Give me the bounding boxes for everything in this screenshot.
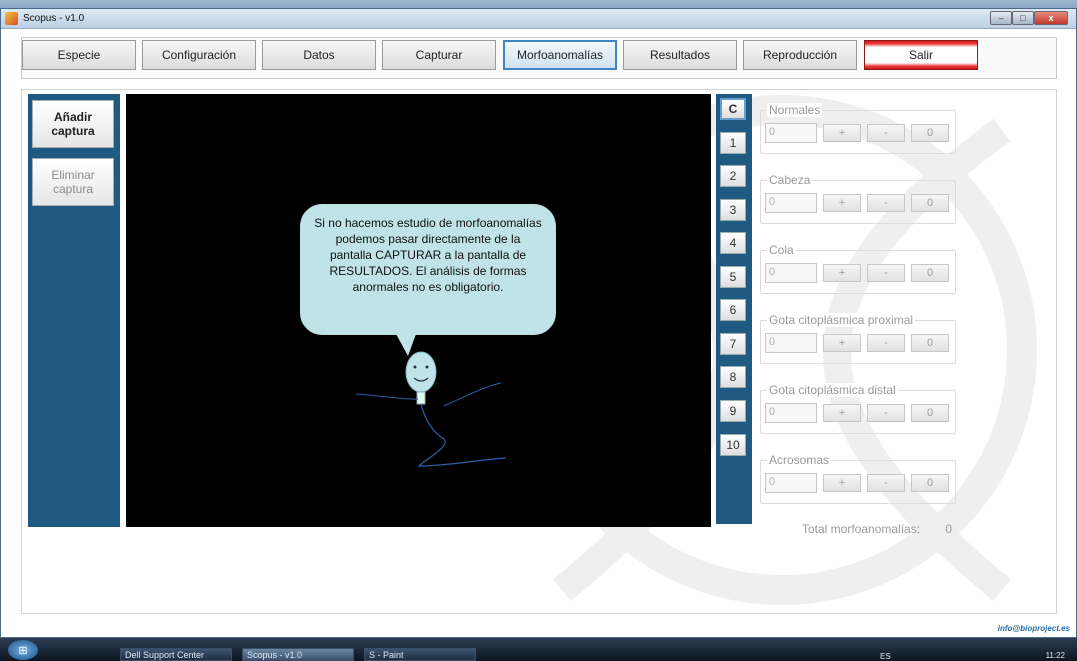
arm-line	[443, 382, 502, 407]
nav-reproduccion[interactable]: Reproducción	[743, 40, 857, 70]
decrement-button[interactable]: -	[867, 194, 905, 212]
clock: 11:22	[1045, 651, 1065, 660]
group-normales: Normales 0 + - 0	[760, 103, 956, 154]
capture-viewer: Si no hacemos estudio de morfoanomalías …	[126, 94, 711, 527]
decrement-button[interactable]: -	[867, 474, 905, 492]
capture-tab-7[interactable]: 7	[720, 333, 746, 355]
nav-salir[interactable]: Salir	[864, 40, 978, 70]
app-window: Scopus - v1.0 – □ x Especie Configuració…	[0, 8, 1077, 638]
nav-morfoanomalias[interactable]: Morfoanomalías	[503, 40, 617, 70]
nav-especie[interactable]: Especie	[22, 40, 136, 70]
bulb-base-icon	[416, 391, 426, 405]
group-acrosomas: Acrosomas 0 + - 0	[760, 453, 956, 504]
capture-tab-2[interactable]: 2	[720, 165, 746, 187]
window-title: Scopus - v1.0	[23, 13, 85, 24]
total-morfoanomalias: Total morfoanomalías: 0	[802, 522, 952, 536]
taskbar-item[interactable]: S - Paint	[364, 648, 476, 661]
taskbar-item-active[interactable]: Scopus - v1.0	[242, 648, 354, 661]
reset-button[interactable]: 0	[911, 334, 949, 352]
capture-tab-c[interactable]: C	[720, 98, 746, 120]
group-gota-proximal: Gota citoplásmica proximal 0 + - 0	[760, 313, 956, 364]
maximize-button[interactable]: □	[1012, 11, 1034, 25]
capture-sidebar: Añadir captura Eliminar captura	[28, 94, 120, 527]
main-nav: Especie Configuración Datos Capturar Mor…	[21, 37, 1057, 79]
increment-button[interactable]: +	[823, 474, 861, 492]
count-field[interactable]: 0	[765, 263, 817, 283]
taskbar: ⊞ Dell Support Center Scopus - v1.0 S - …	[0, 638, 1077, 661]
nav-configuracion[interactable]: Configuración	[142, 40, 256, 70]
nav-datos[interactable]: Datos	[262, 40, 376, 70]
decrement-button[interactable]: -	[867, 404, 905, 422]
minimize-button[interactable]: –	[990, 11, 1012, 25]
main-panel: Añadir captura Eliminar captura Si no ha…	[21, 89, 1057, 614]
decrement-button[interactable]: -	[867, 334, 905, 352]
increment-button[interactable]: +	[823, 404, 861, 422]
add-capture-button[interactable]: Añadir captura	[32, 100, 114, 148]
capture-tab-5[interactable]: 5	[720, 266, 746, 288]
increment-button[interactable]: +	[823, 264, 861, 282]
app-icon	[5, 12, 18, 25]
window-controls: – □ x	[990, 11, 1068, 25]
reset-button[interactable]: 0	[911, 404, 949, 422]
start-button[interactable]: ⊞	[8, 640, 38, 660]
group-gota-distal: Gota citoplásmica distal 0 + - 0	[760, 383, 956, 434]
decrement-button[interactable]: -	[867, 124, 905, 142]
total-value: 0	[945, 522, 953, 536]
group-title: Gota citoplásmica distal	[767, 383, 898, 397]
assistant-figure	[355, 334, 507, 467]
increment-button[interactable]: +	[823, 194, 861, 212]
count-field[interactable]: 0	[765, 473, 817, 493]
taskbar-item[interactable]: Dell Support Center	[120, 648, 232, 661]
eye-icon	[413, 365, 417, 369]
language-indicator[interactable]: ES	[880, 652, 891, 661]
capture-tab-1[interactable]: 1	[720, 132, 746, 154]
capture-tab-10[interactable]: 10	[720, 434, 746, 456]
bulb-head-icon	[405, 351, 437, 393]
reset-button[interactable]: 0	[911, 124, 949, 142]
tail-line	[417, 403, 507, 467]
capture-tab-3[interactable]: 3	[720, 199, 746, 221]
reset-button[interactable]: 0	[911, 264, 949, 282]
capture-tab-8[interactable]: 8	[720, 366, 746, 388]
increment-button[interactable]: +	[823, 124, 861, 142]
nav-capturar[interactable]: Capturar	[382, 40, 496, 70]
total-label: Total morfoanomalías:	[802, 522, 921, 536]
close-button[interactable]: x	[1034, 11, 1068, 25]
count-field[interactable]: 0	[765, 333, 817, 353]
bubble-tail	[396, 334, 416, 356]
title-bar: Scopus - v1.0 – □ x	[1, 9, 1076, 29]
group-title: Acrosomas	[767, 453, 832, 467]
contact-email: info@bioproject.es	[997, 624, 1070, 633]
capture-number-bar: C 1 2 3 4 5 6 7 8 9 10	[716, 94, 752, 524]
capture-tab-9[interactable]: 9	[720, 400, 746, 422]
eye-icon	[425, 365, 429, 369]
capture-tab-6[interactable]: 6	[720, 299, 746, 321]
increment-button[interactable]: +	[823, 334, 861, 352]
group-title: Cola	[767, 243, 796, 257]
count-field[interactable]: 0	[765, 193, 817, 213]
group-title: Cabeza	[767, 173, 813, 187]
capture-tab-4[interactable]: 4	[720, 232, 746, 254]
remove-capture-button[interactable]: Eliminar captura	[32, 158, 114, 206]
group-title: Normales	[767, 103, 823, 117]
count-field[interactable]: 0	[765, 123, 817, 143]
arm-line	[355, 393, 419, 400]
group-cola: Cola 0 + - 0	[760, 243, 956, 294]
reset-button[interactable]: 0	[911, 194, 949, 212]
nav-resultados[interactable]: Resultados	[623, 40, 737, 70]
decrement-button[interactable]: -	[867, 264, 905, 282]
reset-button[interactable]: 0	[911, 474, 949, 492]
count-field[interactable]: 0	[765, 403, 817, 423]
group-title: Gota citoplásmica proximal	[767, 313, 916, 327]
group-cabeza: Cabeza 0 + - 0	[760, 173, 956, 224]
